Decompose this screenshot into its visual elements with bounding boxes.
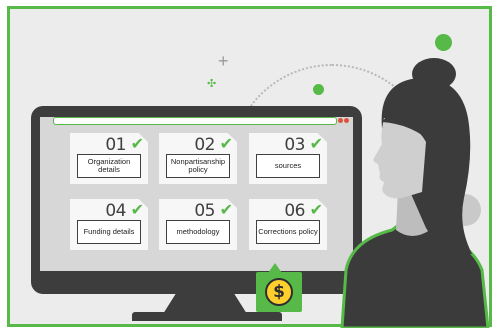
checkmark-icon: ✔ <box>130 134 144 153</box>
card-label: Nonpartisanship policy <box>166 154 230 178</box>
card-label: sources <box>256 154 320 178</box>
woman-figure <box>340 58 490 328</box>
card-label: Organization details <box>77 154 141 178</box>
checklist-card-01: 01 ✔ Organization details <box>70 133 148 184</box>
checklist-card-06: 06 ✔ Corrections policy <box>249 199 327 250</box>
checkmark-icon: ✔ <box>309 134 323 153</box>
card-number: 04 <box>105 201 126 221</box>
card-number: 05 <box>194 201 215 221</box>
checklist-card-04: 04 ✔ Funding details <box>70 199 148 250</box>
checklist-card-05: 05 ✔ methodology <box>159 199 237 250</box>
checklist-card-02: 02 ✔ Nonpartisanship policy <box>159 133 237 184</box>
card-label: methodology <box>166 220 230 244</box>
card-number: 02 <box>194 135 215 155</box>
checkmark-icon: ✔ <box>219 134 233 153</box>
hair-bun <box>412 58 456 90</box>
window-title-bar <box>53 117 337 125</box>
checkmark-icon: ✔ <box>309 200 323 219</box>
checklist-card-03: 03 ✔ sources <box>249 133 327 184</box>
checkmark-icon: ✔ <box>130 200 144 219</box>
card-label: Corrections policy <box>256 220 320 244</box>
card-number: 01 <box>105 135 126 155</box>
dollar-coin-icon: $ <box>265 278 293 306</box>
card-number: 06 <box>284 201 305 221</box>
illustration: + ✣ 01 ✔ Organization details 02 ✔ Nonpa… <box>0 0 499 333</box>
card-label: Funding details <box>77 220 141 244</box>
checkmark-icon: ✔ <box>219 200 233 219</box>
card-number: 03 <box>284 135 305 155</box>
monitor-stand-base <box>132 312 282 321</box>
